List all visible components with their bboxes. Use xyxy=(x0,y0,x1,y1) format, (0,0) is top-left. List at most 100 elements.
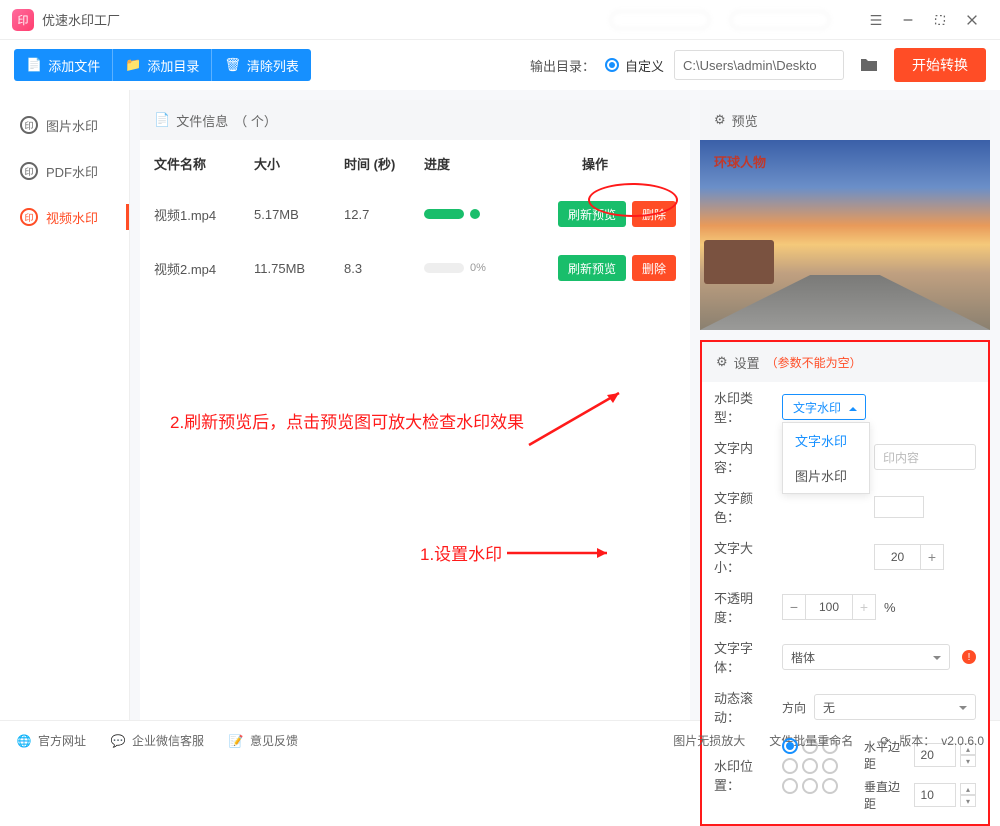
position-cell-ml[interactable] xyxy=(782,758,798,774)
delete-row-button[interactable]: 删除 xyxy=(632,201,676,227)
dropdown-option-image[interactable]: 图片水印 xyxy=(783,458,869,493)
app-title: 优速水印工厂 xyxy=(42,10,120,29)
sidebar-item-label: 图片水印 xyxy=(46,116,98,135)
scroll-direction-select[interactable]: 无 xyxy=(814,694,976,720)
font-size-spinner: 20 + xyxy=(874,544,944,570)
watermark-text-input[interactable]: 印内容 xyxy=(874,444,976,470)
font-label: 文字字体 xyxy=(714,638,774,676)
file-info-title: 文件信息 xyxy=(176,111,228,130)
sidebar-item-video-watermark[interactable]: 印 视频水印 xyxy=(0,194,129,240)
position-cell-tl[interactable] xyxy=(782,738,798,754)
output-mode-radio[interactable]: 自定义 xyxy=(605,56,664,75)
annotation-2: 2.刷新预览后，点击预览图可放大检查水印效果 xyxy=(170,385,634,455)
file-icon: 📄 xyxy=(26,57,42,73)
table-row: 视频2.mp4 11.75MB 8.3 0% 刷新预览 删除 xyxy=(140,241,690,295)
size-label: 文字大小 xyxy=(714,538,774,576)
progress-bar xyxy=(424,263,464,273)
footer-zoom-link[interactable]: 图片无损放大 xyxy=(673,732,745,749)
stepper-up-icon[interactable]: ▴ xyxy=(960,783,976,795)
sidebar: 印 图片水印 印 PDF水印 印 视频水印 xyxy=(0,90,130,720)
spinner-plus-button[interactable]: + xyxy=(920,544,944,570)
refresh-preview-button[interactable]: 刷新预览 xyxy=(558,255,626,281)
setting-type-row: 水印类型 文字水印 文字水印 图片水印 xyxy=(702,382,988,432)
sidebar-item-image-watermark[interactable]: 印 图片水印 xyxy=(0,102,129,148)
clear-list-button[interactable]: 🗑 清除列表 xyxy=(212,49,311,81)
menu-icon[interactable] xyxy=(860,4,892,36)
add-dir-label: 添加目录 xyxy=(147,56,199,75)
output-mode-label: 自定义 xyxy=(625,56,664,75)
preview-truck-shape xyxy=(704,240,774,284)
minimize-icon[interactable] xyxy=(892,4,924,36)
setting-scroll-row: 动态滚动 方向 无 xyxy=(702,682,988,732)
margin-v-input[interactable]: 10 xyxy=(914,783,956,807)
position-cell-br[interactable] xyxy=(822,778,838,794)
font-select[interactable]: 楷体 xyxy=(782,644,950,670)
version-label: 版本： xyxy=(899,732,935,749)
cell-progress xyxy=(424,209,514,219)
cell-ops: 刷新预览 删除 xyxy=(514,201,676,227)
footer-wechat-link[interactable]: 💬 企业微信客服 xyxy=(110,732,204,749)
footer-feedback-link[interactable]: 📝 意见反馈 xyxy=(228,732,298,749)
titlebar-blurred-area xyxy=(610,11,830,29)
spinner-plus-button[interactable]: + xyxy=(852,594,876,620)
watermark-type-dropdown[interactable]: 文字水印 文字水印 图片水印 xyxy=(782,394,866,420)
close-icon[interactable] xyxy=(956,4,988,36)
opacity-spinner: − 100 + xyxy=(782,594,876,620)
placeholder-text: 印内容 xyxy=(883,449,919,466)
spinner-minus-button[interactable]: − xyxy=(782,594,806,620)
video-watermark-icon: 印 xyxy=(20,208,38,226)
content: 📄 文件信息 （ 个） 文件名称 大小 时间 (秒) 进度 操作 视频1.mp4… xyxy=(130,90,1000,720)
add-dir-button[interactable]: 📁 添加目录 xyxy=(112,49,212,81)
add-file-button[interactable]: 📄 添加文件 xyxy=(14,49,112,81)
dropdown-option-text[interactable]: 文字水印 xyxy=(783,423,869,458)
maximize-icon[interactable] xyxy=(924,4,956,36)
position-cell-mc[interactable] xyxy=(802,758,818,774)
settings-panel: ⚙ 设置 （参数不能为空） 水印类型 文字水印 文字水印 图片水印 xyxy=(700,340,990,826)
image-watermark-icon: 印 xyxy=(20,116,38,134)
position-cell-bl[interactable] xyxy=(782,778,798,794)
version-value: v2.0.6.0 xyxy=(941,734,984,748)
spinner-value[interactable]: 20 xyxy=(874,544,920,570)
output-path-input[interactable]: C:\Users\admin\Deskto xyxy=(674,50,844,80)
start-convert-button[interactable]: 开始转换 xyxy=(894,48,986,82)
warning-icon: ! xyxy=(962,650,976,664)
cell-time: 12.7 xyxy=(344,207,424,222)
titlebar: 印 优速水印工厂 xyxy=(0,0,1000,40)
globe-icon: 🌐 xyxy=(16,733,32,749)
footer-wechat-label: 企业微信客服 xyxy=(132,732,204,749)
table-row: 视频1.mp4 5.17MB 12.7 刷新预览 删除 xyxy=(140,187,690,241)
scroll-dir-label: 方向 xyxy=(782,699,806,716)
cell-progress: 0% xyxy=(424,262,514,274)
margin-v-row: 垂直边距 10 ▴ ▾ xyxy=(864,778,976,812)
clear-label: 清除列表 xyxy=(247,56,299,75)
preview-header: ⚙ 预览 xyxy=(700,100,990,140)
sidebar-item-label: PDF水印 xyxy=(46,162,98,181)
content-label: 文字内容 xyxy=(714,438,774,476)
delete-row-button[interactable]: 删除 xyxy=(632,255,676,281)
wechat-icon: 💬 xyxy=(110,733,126,749)
color-label: 文字颜色 xyxy=(714,488,774,526)
stepper-down-icon[interactable]: ▾ xyxy=(960,795,976,807)
browse-folder-button[interactable] xyxy=(854,50,884,80)
file-info-count: （ 个） xyxy=(234,111,277,130)
refresh-preview-button[interactable]: 刷新预览 xyxy=(558,201,626,227)
margin-v-stepper: ▴ ▾ xyxy=(960,783,976,807)
position-cell-mr[interactable] xyxy=(822,758,838,774)
margin-v-label: 垂直边距 xyxy=(864,778,910,812)
dropdown-selected: 文字水印 xyxy=(782,394,866,420)
feedback-icon: 📝 xyxy=(228,733,244,749)
add-file-label: 添加文件 xyxy=(48,56,100,75)
col-size-header: 大小 xyxy=(254,154,344,173)
preview-image[interactable]: 环球人物 xyxy=(700,140,990,330)
main: 印 图片水印 印 PDF水印 印 视频水印 📄 文件信息 （ 个） 文件名称 大… xyxy=(0,90,1000,720)
progress-bar xyxy=(424,209,464,219)
sidebar-item-pdf-watermark[interactable]: 印 PDF水印 xyxy=(0,148,129,194)
stepper-down-icon[interactable]: ▾ xyxy=(960,755,976,767)
footer-version[interactable]: ⟳ 版本： v2.0.6.0 xyxy=(877,732,984,749)
spinner-value[interactable]: 100 xyxy=(806,594,852,620)
color-picker[interactable] xyxy=(874,496,924,518)
margin-controls: 水平边距 20 ▴ ▾ 垂直边距 10 ▴ ▾ xyxy=(864,738,976,818)
trash-icon: 🗑 xyxy=(224,57,241,73)
position-cell-bc[interactable] xyxy=(802,778,818,794)
footer-site-link[interactable]: 🌐 官方网址 xyxy=(16,732,86,749)
